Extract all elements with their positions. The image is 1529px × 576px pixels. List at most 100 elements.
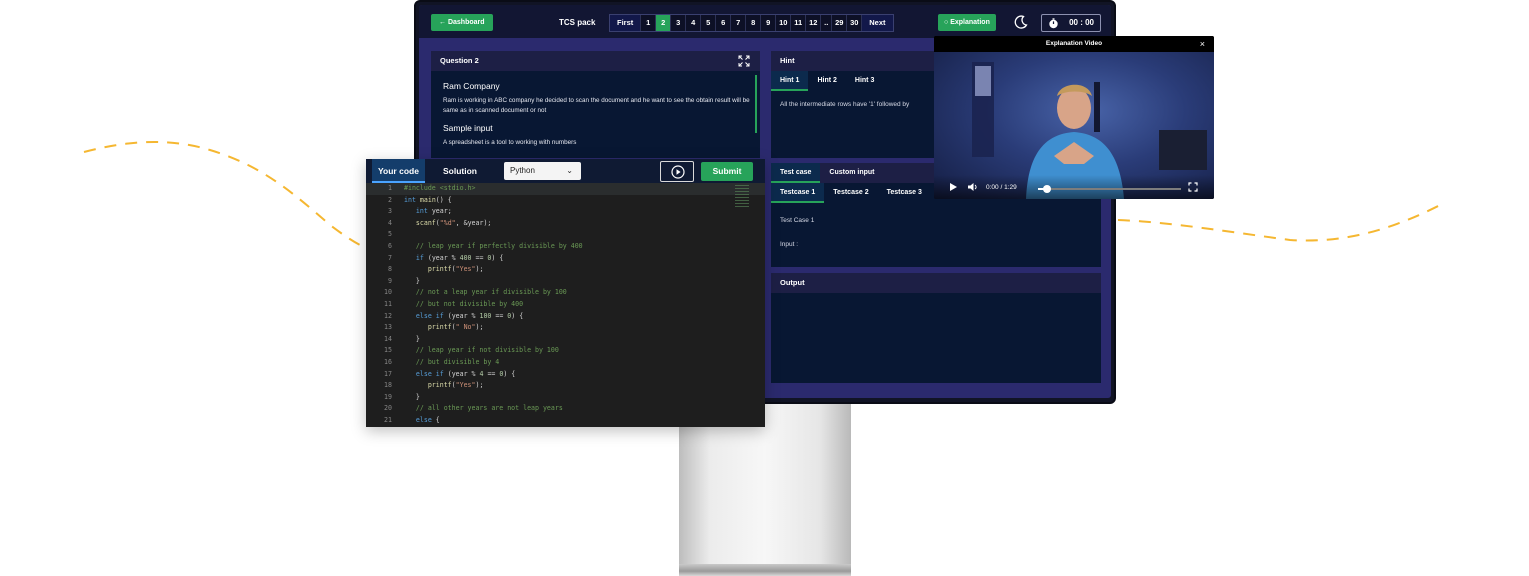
line-number: 14 — [384, 334, 392, 343]
line-text: printf(" No"); — [427, 323, 484, 332]
tab-testcase-2[interactable]: Testcase 2 — [824, 183, 877, 203]
tab-hint-1[interactable]: Hint 1 — [771, 71, 809, 91]
code-line: 21 else { — [366, 415, 765, 427]
tab-hint-2[interactable]: Hint 2 — [808, 71, 845, 91]
code-line: 19 } — [366, 392, 765, 404]
pager-page[interactable]: 8 — [745, 15, 761, 31]
pager-page[interactable]: 1 — [640, 15, 656, 31]
close-icon[interactable]: × — [1200, 36, 1205, 52]
line-number: 11 — [384, 299, 392, 308]
code-area[interactable]: 1 #include <stdio.h> 2 int main() {3 int ye… — [366, 183, 765, 426]
output-header: Output — [771, 273, 1101, 293]
question-scrollbar[interactable] — [755, 75, 757, 133]
code-line: 5 — [366, 229, 765, 241]
code-line: 8 printf("Yes"); — [366, 264, 765, 276]
line-number: 7 — [388, 253, 392, 262]
line-text: // leap year if perfectly divisible by 4… — [404, 241, 583, 250]
pager-ellipsis: .. — [820, 15, 832, 31]
fullscreen-icon[interactable] — [1188, 182, 1198, 192]
moon-icon[interactable] — [1013, 14, 1029, 30]
hint-text: All the intermediate rows have '1' follo… — [780, 101, 910, 108]
video-title: Explanation Video — [934, 36, 1214, 52]
line-number: 3 — [388, 207, 392, 216]
pager-page[interactable]: 3 — [670, 15, 686, 31]
pager-page[interactable]: 30 — [846, 15, 862, 31]
pager-page[interactable]: 5 — [700, 15, 716, 31]
pager-page[interactable]: 29 — [831, 15, 847, 31]
pager-page[interactable]: 6 — [715, 15, 731, 31]
line-text: scanf("%d", &year); — [415, 218, 492, 227]
line-number: 21 — [384, 415, 392, 424]
line-text: #include <stdio.h> — [404, 184, 476, 192]
arrow-left-icon: ← — [439, 19, 446, 26]
pager-page-active[interactable]: 2 — [655, 15, 671, 31]
dashboard-button[interactable]: ← Dashboard — [431, 14, 493, 31]
pager-page[interactable]: 11 — [790, 15, 806, 31]
line-number: 5 — [388, 230, 392, 239]
tab-test-case[interactable]: Test case — [771, 163, 821, 183]
line-text: // all other years are not leap years — [404, 404, 563, 413]
input-label: Input : — [780, 241, 799, 248]
line-text: // but divisible by 4 — [404, 357, 500, 366]
expand-icon[interactable] — [738, 55, 750, 67]
line-text: else if (year % 4 == 0) { — [415, 369, 516, 378]
page: ← Dashboard TCS pack First 1 2 3 4 5 6 7… — [0, 0, 1529, 576]
tab-custom-input[interactable]: Custom input — [820, 163, 883, 183]
language-value: Python — [510, 166, 535, 175]
video-progress-knob[interactable] — [1042, 185, 1051, 193]
code-line: 17 else if (year % 4 == 0) { — [366, 369, 765, 381]
question-panel: Question 2 Ram Company Ram is working in… — [431, 51, 760, 158]
line-number: 15 — [384, 346, 392, 355]
tab-testcase-1[interactable]: Testcase 1 — [771, 183, 825, 203]
question-header: Question 2 — [431, 51, 760, 71]
pager-page[interactable]: 9 — [760, 15, 776, 31]
tab-hint-3[interactable]: Hint 3 — [846, 71, 883, 91]
line-text: // leap year if not divisible by 100 — [404, 346, 559, 355]
run-button[interactable] — [660, 161, 694, 182]
tab-your-code[interactable]: Your code — [372, 159, 425, 183]
line-text: if (year % 400 == 0) { — [415, 253, 504, 262]
line-text: else if (year % 100 == 0) { — [415, 311, 524, 320]
code-minimap[interactable] — [735, 185, 749, 207]
line-number: 9 — [388, 276, 392, 285]
line-text: else { — [415, 415, 440, 424]
tab-solution[interactable]: Solution — [437, 159, 483, 183]
line-number: 16 — [384, 357, 392, 366]
line-text: // not a leap year if divisible by 100 — [404, 288, 567, 297]
sample-input-text: A spreadsheet is a tool to working with … — [443, 139, 577, 146]
monitor-stand-base — [679, 564, 851, 576]
pager-page[interactable]: 10 — [775, 15, 791, 31]
line-number: 1 — [388, 184, 392, 192]
question-body: Ram Company Ram is working in ABC compan… — [443, 81, 753, 155]
testcase-label: Test Case 1 — [780, 217, 815, 224]
editor-toolbar: Your code Solution Python ⌄ Submit — [366, 159, 765, 183]
pager-first-button[interactable]: First — [610, 15, 641, 31]
code-line: 6 // leap year if perfectly divisible by… — [366, 241, 765, 253]
code-line: 13 printf(" No"); — [366, 322, 765, 334]
video-frame[interactable]: 0:00 / 1:29 — [934, 52, 1214, 199]
code-line: 1 #include <stdio.h> — [366, 183, 765, 195]
line-number: 8 — [388, 265, 392, 274]
line-number: 13 — [384, 323, 392, 332]
monitor-stand — [679, 402, 851, 576]
timer-value: 00 : 00 — [1069, 18, 1094, 27]
pager-next-button[interactable]: Next — [861, 15, 893, 31]
sample-input-heading: Sample input — [443, 123, 493, 133]
language-select[interactable]: Python ⌄ — [504, 162, 581, 180]
submit-button[interactable]: Submit — [701, 162, 753, 181]
explanation-button[interactable]: ○ Explanation — [938, 14, 996, 31]
tab-testcase-3[interactable]: Testcase 3 — [878, 183, 931, 203]
line-number: 6 — [388, 241, 392, 250]
code-line: 20 // all other years are not leap years — [366, 403, 765, 415]
code-line: 16 // but divisible by 4 — [366, 357, 765, 369]
explanation-label: Explanation — [950, 19, 990, 26]
pager-page[interactable]: 7 — [730, 15, 746, 31]
line-number: 4 — [388, 218, 392, 227]
video-progress-track[interactable] — [1038, 185, 1181, 193]
pager-page[interactable]: 4 — [685, 15, 701, 31]
pager-page[interactable]: 12 — [805, 15, 821, 31]
case-tabs: Testcase 1 Testcase 2 Testcase 3 — [771, 183, 931, 203]
line-text: // but not divisible by 400 — [404, 299, 524, 308]
play-icon[interactable] — [949, 182, 958, 192]
volume-icon[interactable] — [967, 182, 978, 192]
